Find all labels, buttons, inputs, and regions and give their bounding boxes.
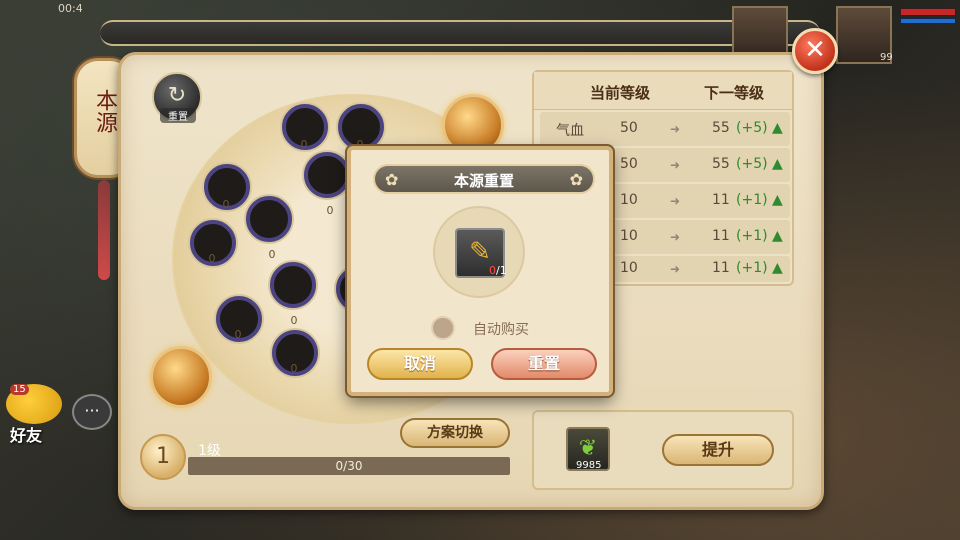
cancel-button[interactable]: 取消 (367, 348, 473, 380)
scroll-count: 0/1 (489, 264, 507, 277)
auto-buy-radio[interactable] (431, 316, 455, 340)
scroll-icon: ✎ (469, 237, 491, 267)
reset-dialog: ✿ 本源重置 ✿ ✎ 0/1 自动购买 取消 重置 (347, 146, 613, 396)
scroll-need: /1 (496, 264, 507, 277)
dialog-title: 本源重置 (453, 172, 514, 190)
modal-layer: ✿ 本源重置 ✿ ✎ 0/1 自动购买 取消 重置 (0, 0, 960, 540)
confirm-reset-button[interactable]: 重置 (491, 348, 597, 380)
scroll-have: 0 (489, 264, 496, 277)
dialog-title-bar: ✿ 本源重置 ✿ (373, 164, 595, 194)
auto-buy-label: 自动购买 (473, 322, 529, 338)
flower-icon: ✿ (569, 170, 583, 189)
